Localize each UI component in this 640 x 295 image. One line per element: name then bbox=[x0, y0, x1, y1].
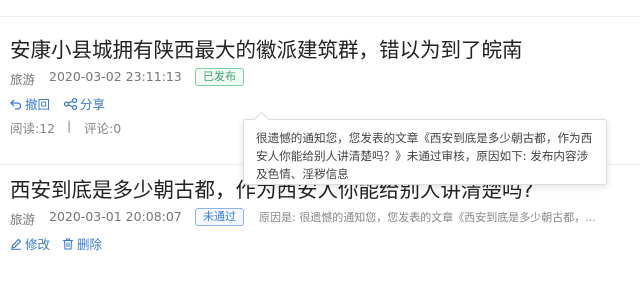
share-icon bbox=[64, 97, 77, 110]
tooltip-text: 很遗憾的通知您，您发表的文章《西安到底是多少朝古都，作为西安人你能给别人讲清楚吗… bbox=[256, 131, 593, 181]
reject-reason[interactable]: 原因是: 很遗憾的通知您，您发表的文章《西安到底是多少朝古都，... bbox=[259, 209, 634, 225]
comment-count: 评论:0 bbox=[84, 121, 122, 136]
undo-button[interactable]: 撤回 bbox=[10, 94, 50, 113]
delete-label: 删除 bbox=[77, 237, 103, 252]
article-time: 2020-03-02 23:11:13 bbox=[49, 69, 182, 84]
top-divider bbox=[0, 0, 640, 17]
read-count: 阅读:12 bbox=[10, 121, 56, 136]
delete-button[interactable]: 删除 bbox=[62, 234, 102, 253]
edit-button[interactable]: 修改 bbox=[10, 234, 50, 253]
share-label: 分享 bbox=[80, 97, 106, 112]
reject-reason-tooltip: 很遗憾的通知您，您发表的文章《西安到底是多少朝古都，作为西安人你能给别人讲清楚吗… bbox=[243, 111, 607, 185]
edit-label: 修改 bbox=[25, 237, 51, 252]
undo-icon bbox=[10, 99, 22, 110]
article-time: 2020-03-01 20:08:07 bbox=[49, 209, 182, 224]
undo-label: 撤回 bbox=[25, 97, 51, 112]
status-badge[interactable]: 未通过 bbox=[195, 208, 244, 226]
article-category: 旅游 bbox=[10, 212, 36, 227]
trash-icon bbox=[63, 237, 73, 250]
tooltip-arrow bbox=[253, 111, 270, 128]
share-button[interactable]: 分享 bbox=[64, 94, 105, 113]
edit-icon bbox=[11, 238, 22, 250]
article-category: 旅游 bbox=[10, 72, 36, 87]
article-title[interactable]: 安康小县城拥有陕西最大的徽派建筑群，错以为到了皖南 bbox=[10, 36, 523, 64]
stats-separator: | bbox=[67, 118, 72, 133]
status-badge: 已发布 bbox=[195, 68, 244, 86]
